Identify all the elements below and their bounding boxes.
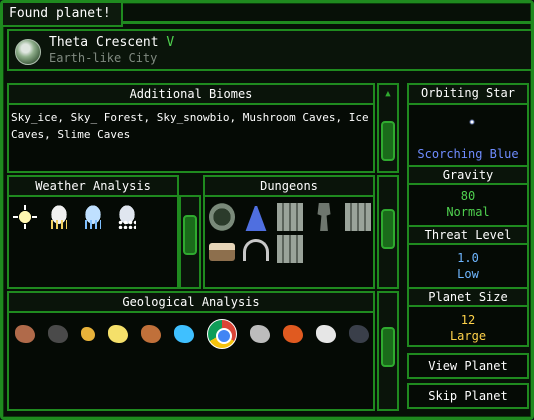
platinum-ore-icon bbox=[316, 325, 336, 343]
view-planet-button[interactable]: View Planet bbox=[407, 353, 529, 379]
sulfur-ore-icon bbox=[108, 325, 128, 343]
arch-icon bbox=[243, 239, 269, 261]
star-icon bbox=[469, 119, 475, 125]
planet-dialog: Found planet! Theta Crescent V Earth-lik… bbox=[0, 0, 534, 420]
size-desc: Large bbox=[449, 329, 487, 343]
gravity-label: Gravity bbox=[409, 165, 527, 185]
weather-scroll-thumb[interactable] bbox=[183, 215, 197, 255]
coal-ore-icon bbox=[48, 325, 68, 343]
biomes-panel: Additional Biomes Sky_ice, Sky_ Forest, … bbox=[7, 83, 375, 173]
skip-planet-button[interactable]: Skip Planet bbox=[407, 383, 529, 409]
chrome-icon bbox=[207, 319, 237, 349]
biomes-scroll-thumb[interactable] bbox=[381, 121, 395, 161]
statue-icon bbox=[317, 203, 331, 231]
threat-value: 1.0 bbox=[457, 251, 479, 265]
dark-ore-icon bbox=[349, 325, 369, 343]
storm-cloud-icon bbox=[81, 205, 105, 229]
dungeons-scroll-thumb[interactable] bbox=[381, 209, 395, 249]
planet-name: Theta Crescent V bbox=[49, 35, 174, 50]
gold-ore-icon bbox=[81, 327, 95, 341]
size-label: Planet Size bbox=[409, 287, 527, 307]
dungeons-title: Dungeons bbox=[205, 177, 373, 197]
biomes-list: Sky_ice, Sky_ Forest, Sky_snowbio, Mushr… bbox=[11, 111, 369, 141]
sun-icon bbox=[13, 205, 37, 229]
snow-cloud-icon bbox=[115, 205, 139, 229]
planet-icon bbox=[15, 39, 41, 65]
weather-title: Weather Analysis bbox=[9, 177, 177, 197]
copper-ore-icon bbox=[15, 325, 35, 343]
fire-ore-icon bbox=[283, 325, 303, 343]
planet-tier: V bbox=[166, 35, 175, 50]
ruined-tower-icon bbox=[345, 203, 371, 231]
planet-header: Theta Crescent V Earth-like City bbox=[7, 29, 533, 71]
biomes-scrollbar[interactable]: ▲ bbox=[377, 83, 399, 173]
geology-title: Geological Analysis bbox=[9, 293, 373, 313]
planet-type: Earth-like City bbox=[49, 51, 158, 65]
geology-scrollbar[interactable] bbox=[377, 291, 399, 411]
ruined-tower-icon bbox=[277, 203, 303, 231]
planet-name-text: Theta Crescent bbox=[49, 35, 159, 50]
iron-ore-icon bbox=[141, 325, 161, 343]
gravity-value: 80 bbox=[460, 189, 476, 203]
threat-desc: Low bbox=[457, 267, 479, 281]
info-panel: Orbiting Star Scorching Blue Gravity 80 … bbox=[407, 83, 529, 347]
bed-icon bbox=[209, 243, 235, 261]
title-divider bbox=[123, 21, 531, 24]
blue-spire-icon bbox=[245, 203, 267, 231]
scroll-up-icon[interactable]: ▲ bbox=[379, 87, 397, 101]
geology-scroll-thumb[interactable] bbox=[381, 327, 395, 367]
size-value: 12 bbox=[460, 313, 476, 327]
biomes-title: Additional Biomes bbox=[9, 85, 373, 105]
weather-panel: Weather Analysis bbox=[7, 175, 179, 289]
gravity-desc: Normal bbox=[446, 205, 490, 219]
ruined-tower-icon bbox=[277, 235, 303, 263]
star-name: Scorching Blue bbox=[417, 147, 519, 161]
dungeons-scrollbar[interactable] bbox=[377, 175, 399, 289]
orbiting-star-label: Orbiting Star bbox=[409, 85, 527, 105]
window-title: Found planet! bbox=[3, 3, 123, 27]
stone-gate-icon bbox=[209, 203, 235, 231]
dungeons-panel: Dungeons bbox=[203, 175, 375, 289]
weather-scrollbar[interactable] bbox=[179, 195, 201, 289]
threat-label: Threat Level bbox=[409, 225, 527, 245]
rain-cloud-icon bbox=[47, 205, 71, 229]
silver-ore-icon bbox=[250, 325, 270, 343]
diamond-ore-icon bbox=[174, 325, 194, 343]
geology-panel: Geological Analysis bbox=[7, 291, 375, 411]
